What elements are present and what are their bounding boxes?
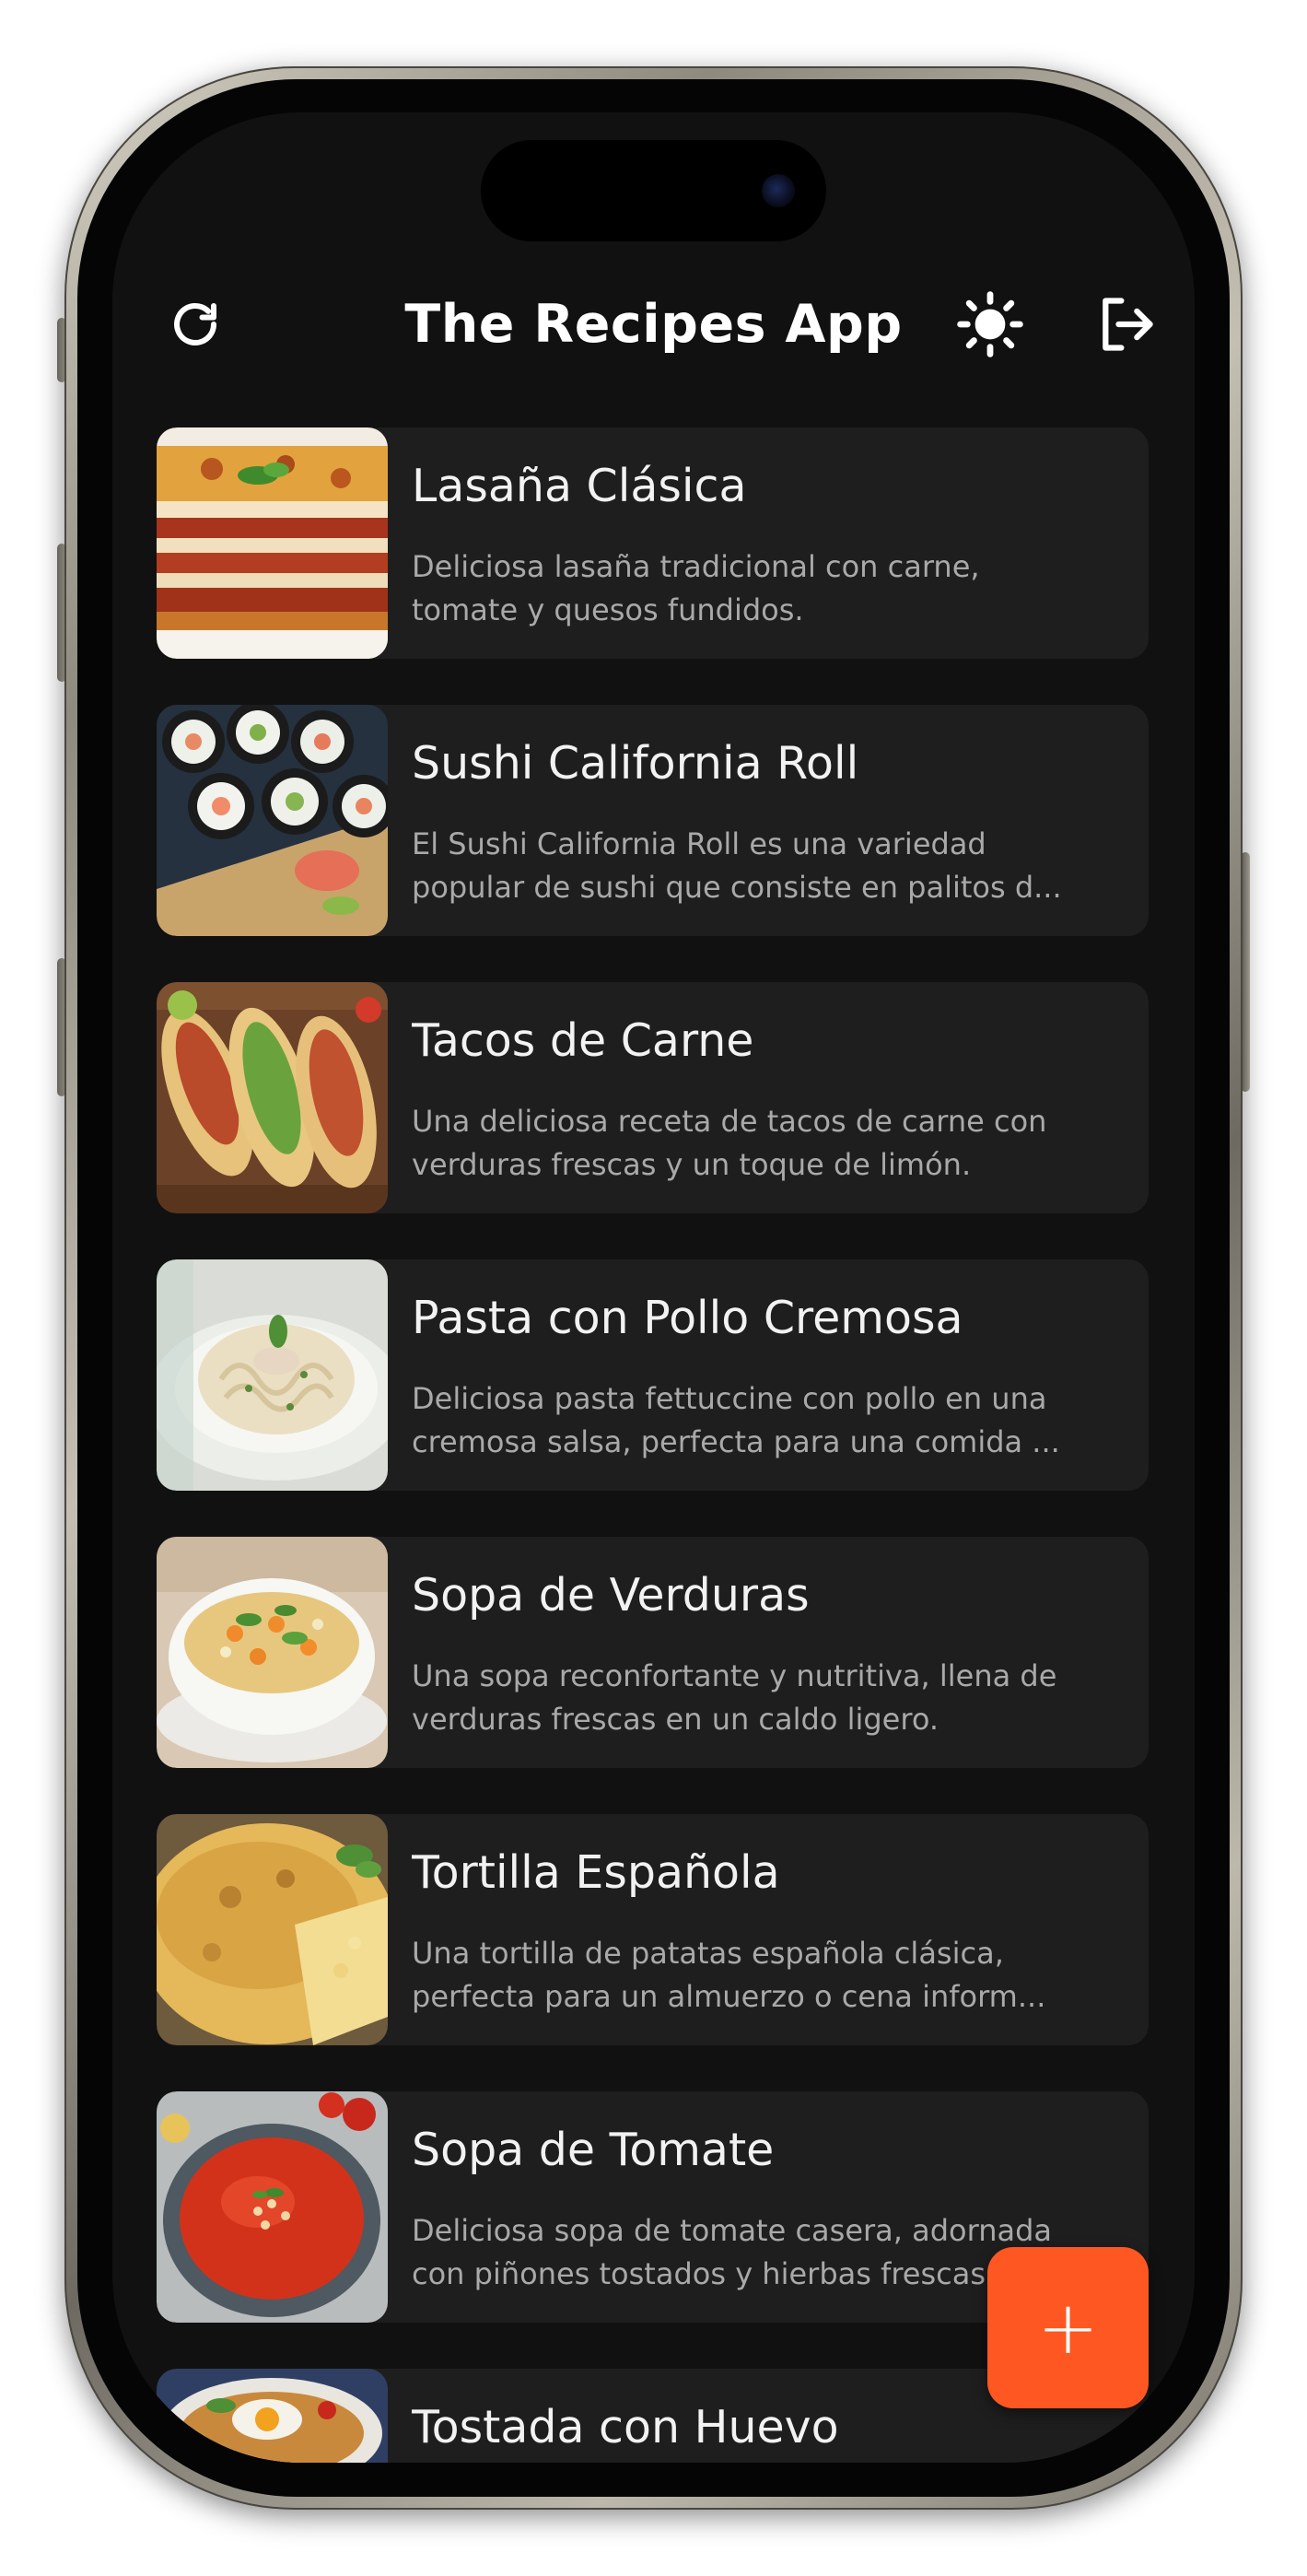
recipe-title: Lasaña Clásica bbox=[412, 460, 747, 512]
recipe-description: El Sushi California Roll es una variedad… bbox=[412, 823, 1075, 909]
toast-egg-image bbox=[157, 2369, 388, 2463]
recipe-description: Deliciosa sopa de tomate casera, adornad… bbox=[412, 2209, 1075, 2296]
recipe-card[interactable]: Pasta con Pollo Cremosa Deliciosa pasta … bbox=[157, 1259, 1149, 1491]
recipe-description: Deliciosa lasaña tradicional con carne, … bbox=[412, 545, 1075, 632]
recipe-list: Lasaña Clásica Deliciosa lasaña tradicio… bbox=[157, 427, 1149, 2463]
recipe-description-line: cremosa salsa, perfecta para una comida … bbox=[412, 1424, 1060, 1459]
recipe-title: Tacos de Carne bbox=[412, 1014, 754, 1067]
front-camera bbox=[762, 174, 795, 207]
tacos-image bbox=[157, 982, 388, 1213]
recipe-card[interactable]: Sopa de Verduras Una sopa reconfortante … bbox=[157, 1537, 1149, 1768]
recipe-description-line: perfecta para un almuerzo o cena inform.… bbox=[412, 1979, 1046, 2014]
recipe-title: Tostada con Huevo bbox=[412, 2401, 839, 2453]
page-title: The Recipes App bbox=[404, 294, 903, 355]
recipe-description-line: El Sushi California Roll es una variedad bbox=[412, 826, 986, 861]
recipe-description-line: Una deliciosa receta de tacos de carne c… bbox=[412, 1104, 1047, 1139]
recipe-card[interactable]: Tortilla Española Una tortilla de patata… bbox=[157, 1814, 1149, 2045]
tomato-soup-image bbox=[157, 2091, 388, 2323]
recipe-description: Deliciosa pasta fettuccine con pollo en … bbox=[412, 1377, 1075, 1464]
recipe-description-line: con piñones tostados y hierbas frescas. bbox=[412, 2256, 996, 2291]
recipe-description-line: Una sopa reconfortante y nutritiva, llen… bbox=[412, 1658, 1057, 1693]
recipe-description: Una deliciosa receta de tacos de carne c… bbox=[412, 1100, 1075, 1187]
recipe-card[interactable]: Sushi California Roll El Sushi Californi… bbox=[157, 705, 1149, 936]
recipe-title: Sushi California Roll bbox=[412, 737, 859, 790]
sun-icon[interactable] bbox=[955, 289, 1025, 359]
recipe-description-line: popular de sushi que consiste en palitos… bbox=[412, 870, 1062, 905]
recipe-card[interactable]: Lasaña Clásica Deliciosa lasaña tradicio… bbox=[157, 427, 1149, 659]
app-screen: The Recipes App Lasaña Clásica Deliciosa… bbox=[112, 112, 1195, 2463]
add-recipe-button[interactable]: + bbox=[987, 2247, 1149, 2408]
recipe-description-line: verduras frescas y un toque de limón. bbox=[412, 1147, 972, 1182]
recipe-title: Pasta con Pollo Cremosa bbox=[412, 1292, 963, 1344]
recipe-description: Una tortilla de patatas española clásica… bbox=[412, 1932, 1075, 2019]
logout-icon[interactable] bbox=[1093, 291, 1160, 357]
recipe-description: Una sopa reconfortante y nutritiva, llen… bbox=[412, 1655, 1075, 1741]
recipe-description-line: Deliciosa sopa de tomate casera, adornad… bbox=[412, 2213, 1053, 2248]
dynamic-island bbox=[481, 140, 826, 241]
recipe-description-line: Deliciosa lasaña tradicional con carne, bbox=[412, 549, 980, 584]
pasta-image bbox=[157, 1259, 388, 1491]
app-header: The Recipes App bbox=[112, 269, 1195, 380]
recipe-title: Tortilla Española bbox=[412, 1846, 780, 1899]
recipe-description-line: verduras frescas en un caldo ligero. bbox=[412, 1702, 939, 1737]
lasagna-image bbox=[157, 427, 388, 659]
recipe-card[interactable]: Tacos de Carne Una deliciosa receta de t… bbox=[157, 982, 1149, 1213]
recipe-title: Sopa de Verduras bbox=[412, 1569, 810, 1622]
recipe-description-line: tomate y quesos fundidos. bbox=[412, 592, 804, 627]
refresh-icon[interactable] bbox=[166, 295, 225, 354]
plus-icon: + bbox=[1036, 2284, 1100, 2371]
recipe-title: Sopa de Tomate bbox=[412, 2124, 775, 2176]
recipe-description-line: Una tortilla de patatas española clásica… bbox=[412, 1936, 1004, 1971]
vegetable-soup-image bbox=[157, 1537, 388, 1768]
device-stage: The Recipes App Lasaña Clásica Deliciosa… bbox=[0, 0, 1307, 2576]
tortilla-image bbox=[157, 1814, 388, 2045]
recipe-description-line: Deliciosa pasta fettuccine con pollo en … bbox=[412, 1381, 1047, 1416]
sushi-image bbox=[157, 705, 388, 936]
